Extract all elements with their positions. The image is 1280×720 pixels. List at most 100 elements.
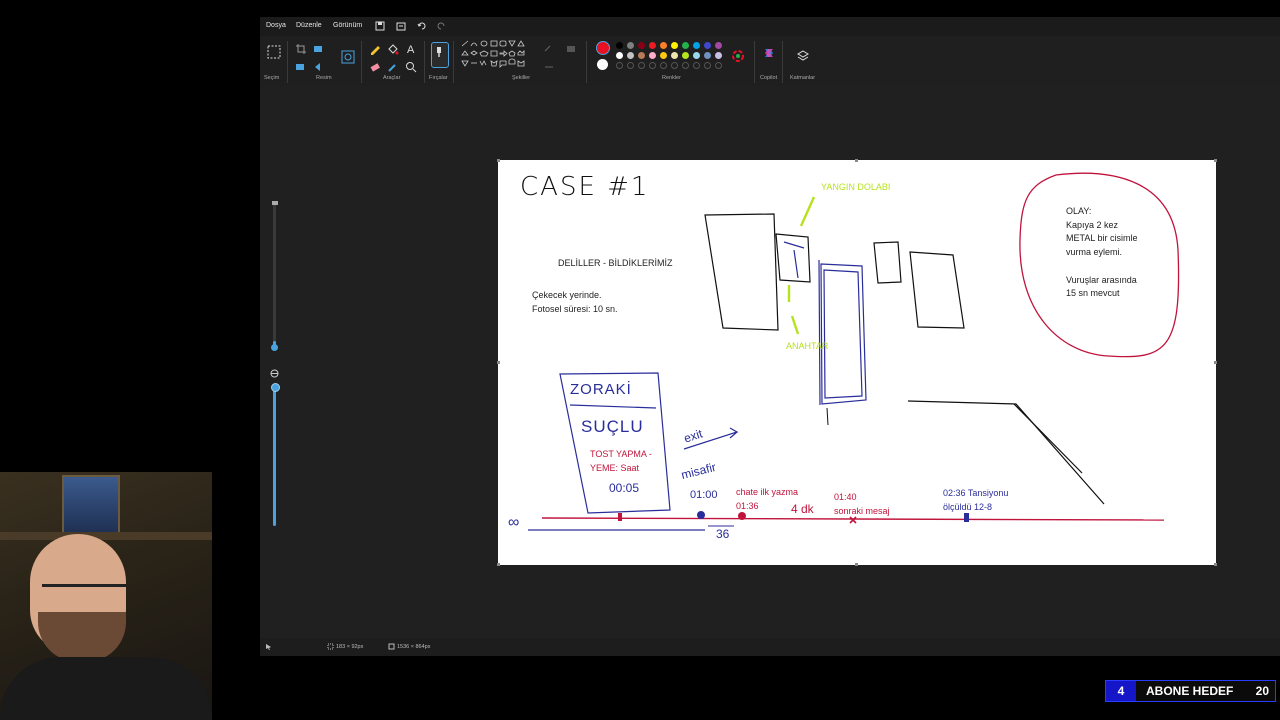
resize-handle[interactable] (855, 159, 858, 162)
resize-handle[interactable] (1214, 361, 1217, 364)
custom-color-slot[interactable] (616, 62, 623, 69)
group-selection-label: Seçim (264, 75, 280, 81)
tost-text: TOST YAPMA - YEME: Saat (590, 449, 652, 473)
navy-sketch (783, 241, 867, 406)
custom-color-slot[interactable] (682, 62, 689, 69)
zoom-slider-track[interactable] (273, 204, 276, 349)
rotate-icon[interactable] (312, 60, 326, 74)
custom-color-slot[interactable] (627, 62, 634, 69)
palette-color-swatch[interactable] (638, 42, 645, 49)
resize-handle[interactable] (497, 361, 500, 364)
zoraki-label: ZORAKİ (570, 381, 632, 398)
palette-color-swatch[interactable] (671, 52, 678, 59)
anahtar-label: ANAHTAR (786, 341, 829, 351)
custom-color-slot[interactable] (671, 62, 678, 69)
menu-edit[interactable]: Düzenle (296, 22, 322, 29)
brush-size-icon (272, 201, 278, 205)
misafir-time: 01:00 (690, 489, 718, 501)
marker-misafir (697, 511, 705, 519)
layers-icon[interactable] (796, 49, 810, 63)
palette-color-swatch[interactable] (693, 42, 700, 49)
resize-handle[interactable] (497, 159, 500, 162)
goal-target: 20 (1255, 684, 1269, 698)
resize-icon[interactable] (312, 42, 326, 56)
palette-color-swatch[interactable] (671, 42, 678, 49)
sonraki-text: 01:40 sonraki mesaj (834, 492, 890, 516)
webcam-poster (62, 475, 120, 539)
pencil-icon[interactable] (368, 42, 382, 56)
secondary-color-swatch[interactable] (597, 59, 608, 70)
webcam-glasses (42, 584, 126, 609)
save-icon[interactable] (374, 20, 386, 32)
redo-icon[interactable] (435, 20, 447, 32)
webcam-shelf (0, 532, 212, 540)
opacity-icon (270, 369, 279, 378)
palette-color-swatch[interactable] (616, 52, 623, 59)
opacity-slider-track[interactable] (273, 386, 276, 526)
palette-color-swatch[interactable] (616, 42, 623, 49)
color-picker-icon[interactable] (386, 60, 400, 74)
ribbon-separator (287, 41, 288, 83)
evidence-heading: DELİLLER - BİLDİKLERİMİZ (558, 258, 673, 268)
undo-icon[interactable] (416, 20, 428, 32)
marker-chate (738, 512, 746, 520)
ribbon-separator (424, 41, 425, 83)
svg-text:A: A (407, 44, 415, 56)
edit-colors-icon[interactable] (731, 49, 745, 63)
outline-icon[interactable] (542, 42, 556, 56)
resize-handle[interactable] (1214, 563, 1217, 566)
palette-color-swatch[interactable] (649, 52, 656, 59)
palette-color-swatch[interactable] (682, 52, 689, 59)
palette-color-swatch[interactable] (627, 52, 634, 59)
custom-color-slot[interactable] (715, 62, 722, 69)
palette-color-swatch[interactable] (627, 42, 634, 49)
olay-text: OLAY: Kapıya 2 kez METAL bir cisimle vur… (1066, 206, 1138, 299)
resize-handle[interactable] (1214, 159, 1217, 162)
green-pointers (787, 196, 816, 335)
image-select-icon[interactable] (294, 60, 308, 74)
palette-color-swatch[interactable] (704, 52, 711, 59)
resize-handle[interactable] (855, 563, 858, 566)
shape-fill-icon[interactable] (542, 60, 556, 74)
opacity-slider-thumb[interactable] (271, 383, 280, 392)
palette-color-swatch[interactable] (682, 42, 689, 49)
ribbon-separator (782, 41, 783, 83)
group-colors-label: Renkler (662, 75, 681, 81)
palette-color-swatch[interactable] (660, 52, 667, 59)
suclu-label: SUÇLU (581, 417, 644, 436)
menu-file[interactable]: Dosya (266, 22, 286, 29)
crop-icon[interactable] (294, 42, 308, 56)
resize-handle[interactable] (497, 563, 500, 566)
palette-color-swatch[interactable] (715, 52, 722, 59)
palette-color-swatch[interactable] (649, 42, 656, 49)
palette-color-swatch[interactable] (638, 52, 645, 59)
custom-color-slot[interactable] (693, 62, 700, 69)
selection-icon[interactable] (266, 44, 282, 60)
custom-color-slot[interactable] (638, 62, 645, 69)
palette-color-swatch[interactable] (660, 42, 667, 49)
image-creator-icon[interactable] (340, 49, 356, 65)
custom-color-slot[interactable] (660, 62, 667, 69)
primary-color-swatch[interactable] (596, 41, 610, 55)
ribbon-separator (453, 41, 454, 83)
infinity-label: ∞ (508, 514, 520, 531)
ndk-label: 4 dk (791, 502, 814, 516)
copilot-icon[interactable] (762, 46, 776, 60)
eraser-icon[interactable] (368, 60, 382, 74)
palette-color-swatch[interactable] (715, 42, 722, 49)
shapes-gallery[interactable] (460, 40, 536, 72)
magnifier-icon[interactable] (404, 60, 418, 74)
custom-color-slot[interactable] (704, 62, 711, 69)
custom-color-slot[interactable] (649, 62, 656, 69)
fill-icon[interactable] (386, 42, 400, 56)
palette-color-swatch[interactable] (704, 42, 711, 49)
drawing-canvas[interactable]: CASE #1 DELİLLER - BİLDİKLERİMİZ Çekecek… (497, 159, 1217, 566)
zoom-slider-thumb[interactable] (271, 344, 278, 351)
text-icon[interactable]: A (404, 42, 418, 56)
webcam-person-body (0, 657, 212, 720)
menu-view[interactable]: Görünüm (333, 22, 362, 29)
fill-style-icon[interactable] (564, 42, 578, 56)
palette-color-swatch[interactable] (693, 52, 700, 59)
canvas-size-icon (388, 643, 395, 650)
share-icon[interactable] (395, 20, 407, 32)
